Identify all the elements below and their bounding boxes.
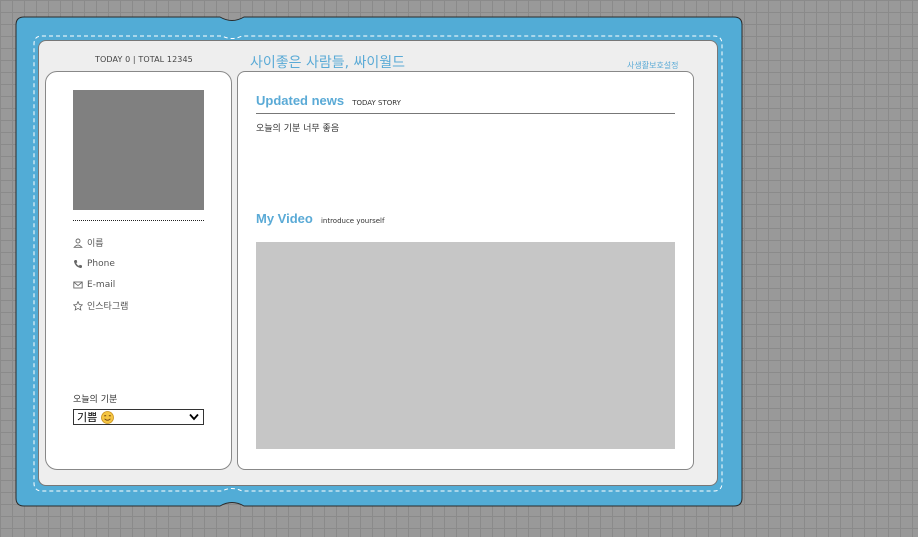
video-subtitle: introduce yourself	[320, 217, 385, 225]
profile-info-label: E-mail	[87, 279, 116, 290]
profile-info-label: 인스타그램	[87, 302, 129, 312]
smiling-face-icon	[101, 410, 115, 424]
profile-info-email: E-mail	[73, 274, 128, 295]
mood-label: 오늘의 기분	[73, 395, 118, 405]
video-heading: My Video introduce yourself	[256, 208, 384, 227]
mail-icon	[73, 281, 83, 288]
profile-info-label: Phone	[87, 258, 115, 269]
profile-info-name: 이름	[73, 232, 128, 253]
profile-info-list: 이름 Phone E-mail 인스타그램	[73, 232, 128, 316]
news-title: Updated news	[256, 93, 345, 108]
mood-selected-value: 기쁨	[77, 409, 115, 425]
news-divider	[256, 113, 675, 114]
profile-info-phone: Phone	[73, 253, 128, 274]
site-title: 사이좋은 사람들, 싸이월드	[250, 55, 406, 71]
mood-select[interactable]: 기쁨	[73, 409, 204, 425]
video-player[interactable]	[256, 242, 675, 449]
star-icon	[73, 300, 83, 311]
profile-photo	[73, 90, 204, 210]
profile-divider	[73, 220, 204, 221]
mood-selected-label: 기쁨	[77, 411, 98, 424]
news-subtitle: TODAY STORY	[352, 99, 401, 107]
video-title: My Video	[256, 211, 313, 226]
user-icon	[73, 238, 83, 248]
chevron-down-icon	[189, 413, 199, 421]
visitor-counter: TODAY 0 | TOTAL 12345	[95, 55, 193, 64]
privacy-settings-link[interactable]: 사생활보호설정	[627, 60, 679, 71]
profile-info-instagram: 인스타그램	[73, 295, 128, 316]
news-heading: Updated news TODAY STORY	[256, 90, 401, 109]
profile-info-label: 이름	[87, 239, 104, 249]
news-text: 오늘의 기분 너무 좋음	[256, 124, 340, 134]
phone-icon	[73, 259, 82, 268]
